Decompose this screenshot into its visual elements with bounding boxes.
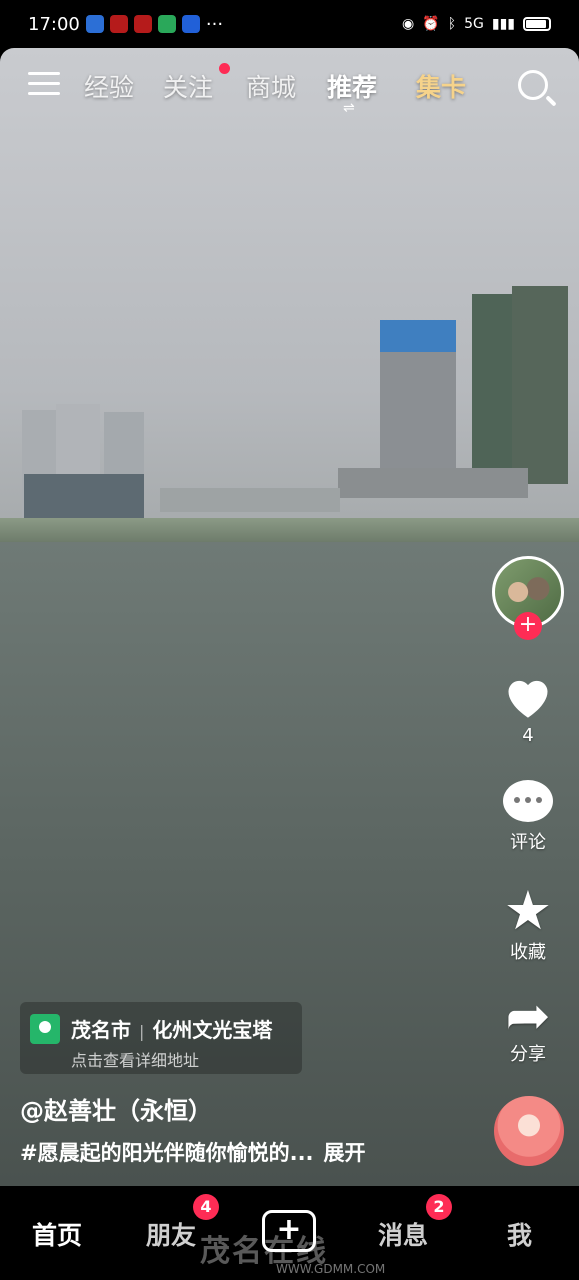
top-nav: 经验 关注 商城 推荐 ⇌ 集卡 — [0, 60, 579, 116]
caption-text: #愿晨起的阳光伴随你愉悦的... — [20, 1141, 314, 1165]
status-time: 17:00 — [28, 13, 80, 35]
favorite-label: 收藏 — [510, 942, 546, 963]
location-pin-icon — [30, 1014, 60, 1044]
mail-app-icon — [181, 15, 200, 33]
status-right: ◉ ⏰ ᛒ 5G ▮▮▮ — [402, 16, 551, 32]
status-bar: 17:00 ··· ◉ ⏰ ᛒ 5G ▮▮▮ — [0, 0, 579, 48]
status-left: 17:00 ··· — [28, 14, 223, 35]
search-icon[interactable] — [518, 70, 548, 100]
tab-mall[interactable]: 商城 — [246, 68, 296, 104]
switch-icon: ⇌ — [343, 100, 355, 116]
boss-app-icon — [157, 15, 176, 33]
tab-experience[interactable]: 经验 — [84, 68, 134, 104]
battery-icon — [523, 17, 551, 31]
tab-collect-cards[interactable]: 集卡 — [416, 68, 466, 104]
tab-following[interactable]: 关注 — [163, 68, 213, 104]
location-place: 化州文光宝塔 — [152, 1018, 273, 1042]
menu-icon[interactable] — [28, 72, 60, 98]
watermark-url: WWW.GDMM.COM — [276, 1262, 386, 1276]
building — [472, 294, 516, 484]
location-subtitle: 点击查看详细地址 — [71, 1051, 200, 1070]
location-separator: | — [139, 1022, 145, 1041]
location-card[interactable]: 茂名市 | 化州文光宝塔 点击查看详细地址 — [20, 1002, 302, 1074]
shield-app-icon — [85, 15, 104, 33]
friends-badge: 4 — [193, 1194, 219, 1220]
bluetooth-icon: ᛒ — [447, 16, 457, 32]
follow-button[interactable]: + — [514, 612, 542, 640]
signal-icon: ▮▮▮ — [491, 16, 515, 32]
author-avatar-group[interactable]: + — [489, 556, 567, 644]
messages-badge: 2 — [426, 1194, 452, 1220]
comment-icon — [503, 780, 553, 822]
alarm-icon: ⏰ — [422, 16, 440, 32]
status-more: ··· — [205, 13, 224, 35]
comment-label: 评论 — [510, 832, 546, 853]
eye-icon: ◉ — [402, 16, 415, 32]
comment-button[interactable]: 评论 — [489, 780, 567, 854]
building — [512, 286, 568, 484]
like-count: 4 — [522, 725, 534, 746]
share-icon: ➦ — [505, 984, 551, 1047]
location-title: 茂名市 | 化州文光宝塔 — [71, 1014, 272, 1043]
app-notification-icon-2 — [133, 15, 152, 33]
video-caption: #愿晨起的阳光伴随你愉悦的... 展开 — [20, 1137, 366, 1167]
tab-friends[interactable]: 朋友 — [146, 1216, 196, 1252]
author-name[interactable]: @赵善壮（永恒） — [20, 1091, 212, 1126]
building — [338, 468, 528, 498]
building-top — [380, 320, 456, 352]
share-button[interactable]: ➦ 分享 — [489, 984, 567, 1066]
heart-icon — [508, 680, 548, 718]
star-icon: ★ — [503, 879, 553, 942]
like-button[interactable]: 4 — [489, 672, 567, 746]
tab-messages[interactable]: 消息 — [378, 1216, 428, 1252]
network-type: 5G — [464, 16, 484, 32]
expand-button[interactable]: 展开 — [324, 1141, 366, 1165]
favorite-button[interactable]: ★ 收藏 — [489, 884, 567, 964]
music-disc[interactable] — [494, 1096, 564, 1166]
tab-recommend[interactable]: 推荐 — [327, 68, 377, 104]
app-notification-icon — [109, 15, 128, 33]
tab-me[interactable]: 我 — [507, 1216, 532, 1252]
share-label: 分享 — [510, 1044, 546, 1065]
location-city: 茂名市 — [71, 1018, 131, 1042]
building — [160, 488, 340, 512]
shoreline — [0, 518, 579, 542]
tab-home[interactable]: 首页 — [32, 1216, 82, 1252]
following-dot — [219, 63, 230, 74]
